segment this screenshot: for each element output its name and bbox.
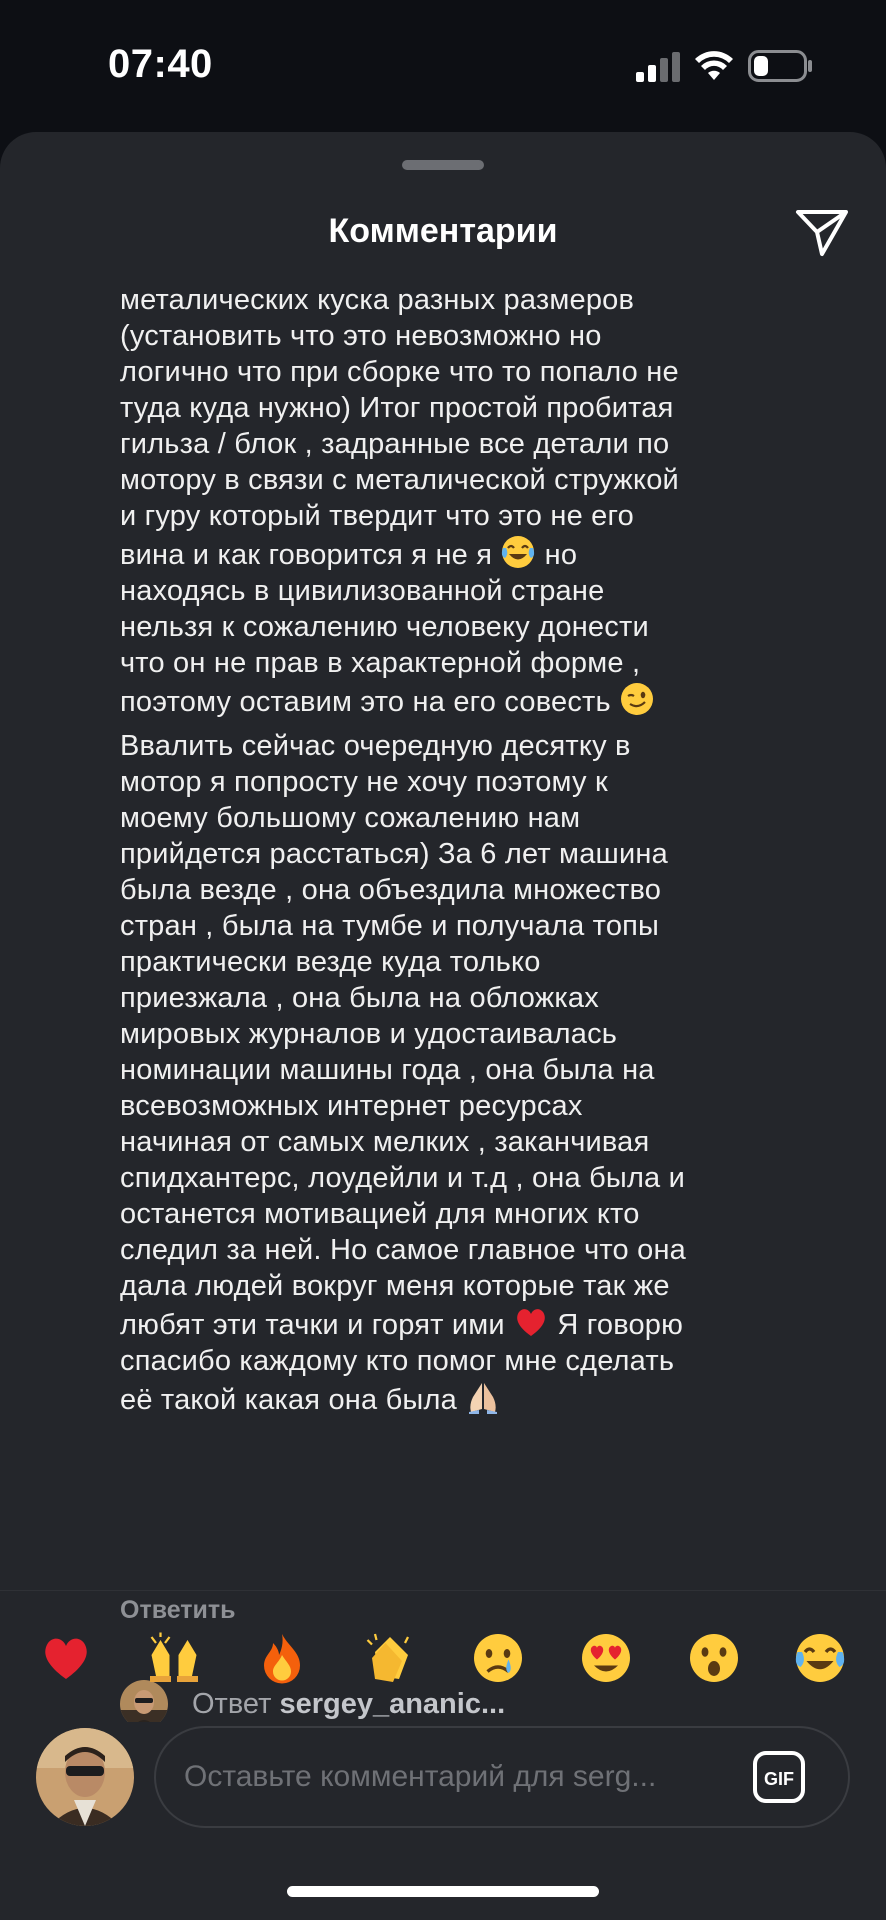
- sheet-grabber[interactable]: [402, 160, 484, 170]
- quick-reaction-clapping[interactable]: [362, 1630, 418, 1686]
- reply-thread-label: Ответ sergey_ananic...: [192, 1688, 505, 1721]
- share-send-icon[interactable]: [792, 204, 852, 260]
- avatar-photo-icon: [36, 1728, 134, 1826]
- reply-thread-prefix: Ответ: [192, 1688, 280, 1720]
- avatar-photo-icon: [120, 1680, 168, 1722]
- comment-paragraph: окажется что в 3 цилиндре три металическ…: [120, 282, 770, 720]
- quick-reaction-heart[interactable]: [38, 1630, 94, 1686]
- red-heart-emoji-icon: [517, 1309, 545, 1336]
- emoji-bar-divider: [0, 1590, 886, 1591]
- comment-input-placeholder: Оставьте комментарий для serg...: [184, 1760, 657, 1793]
- wifi-icon: [695, 51, 733, 80]
- tears-of-joy-emoji-icon: [502, 536, 535, 568]
- reply-thread-username: sergey_ananic...: [279, 1688, 506, 1720]
- fire-icon: [264, 1634, 300, 1684]
- home-indicator: [287, 1886, 599, 1897]
- comment-input[interactable]: Оставьте комментарий для serg... GIF: [154, 1726, 850, 1828]
- comment-text-2: Ввалить сейчас очередную десятку в мотор…: [120, 730, 687, 1341]
- reply-button[interactable]: Ответить: [120, 1596, 236, 1625]
- heart-eyes-icon: [582, 1634, 630, 1682]
- clapping-hands-icon: [366, 1633, 410, 1682]
- comment-scroll-area[interactable]: окажется что в 3 цилиндре три металическ…: [0, 282, 886, 1722]
- status-time: 07:40: [108, 42, 213, 86]
- surprised-face-icon: [690, 1634, 738, 1682]
- comment-body: окажется что в 3 цилиндре три металическ…: [120, 282, 770, 1418]
- gif-label: GIF: [764, 1769, 794, 1789]
- quick-reaction-raising-hands[interactable]: [146, 1630, 202, 1686]
- crying-face-icon: [474, 1634, 522, 1682]
- battery-icon: [748, 50, 812, 82]
- status-bar: 07:40: [0, 0, 886, 130]
- folded-hands-emoji-icon: [469, 1383, 498, 1414]
- comments-sheet: окажется что в 3 цилиндре три металическ…: [0, 132, 886, 1920]
- view-replies-thread[interactable]: Ответ sergey_ananic...: [120, 1680, 820, 1722]
- quick-reaction-fire[interactable]: [254, 1630, 310, 1686]
- quick-reaction-tears-of-joy[interactable]: [792, 1630, 848, 1686]
- red-heart-icon: [45, 1638, 87, 1679]
- winking-face-emoji-icon: [621, 683, 654, 715]
- quick-reaction-crying[interactable]: [470, 1630, 526, 1686]
- raising-hands-icon: [150, 1632, 198, 1682]
- quick-reaction-heart-eyes[interactable]: [578, 1630, 634, 1686]
- composer-user-avatar: [36, 1728, 134, 1826]
- sheet-header: Комментарии: [0, 192, 886, 292]
- gif-icon[interactable]: GIF: [752, 1750, 806, 1804]
- reply-user-avatar: [120, 1680, 168, 1722]
- cellular-signal-icon: [636, 52, 680, 82]
- comment-paragraph: Ввалить сейчас очередную десятку в мотор…: [120, 728, 770, 1418]
- page-title: Комментарии: [328, 212, 558, 250]
- tears-of-joy-icon: [795, 1634, 845, 1682]
- quick-reaction-surprised[interactable]: [686, 1630, 742, 1686]
- comment-text-1: окажется что в 3 цилиндре три металическ…: [120, 284, 679, 571]
